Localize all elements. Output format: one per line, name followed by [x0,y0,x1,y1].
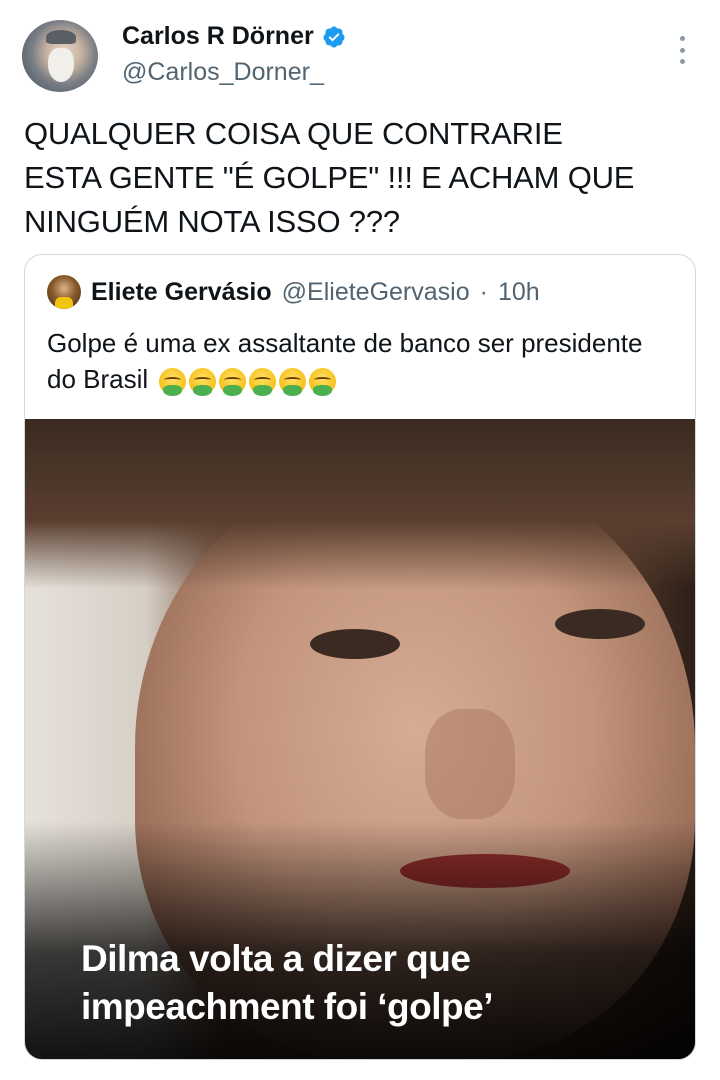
quoted-tweet-time[interactable]: 10h [498,278,540,307]
avatar-beard [48,48,74,82]
quoted-tweet[interactable]: Eliete Gervásio @ElieteGervasio · 10h Go… [24,254,696,1060]
vomit-icon [279,367,307,396]
portrait-hair [25,419,695,589]
more-dot [679,36,685,41]
image-caption: Dilma volta a dizer que impeachment foi … [81,938,494,1027]
more-dot [679,47,685,53]
more-dot [679,59,685,64]
tweet-text: QUALQUER COISA QUE CONTRARIE ESTA GENTE … [24,116,635,239]
portrait-eye [555,609,645,639]
author-display-name[interactable]: Carlos R Dörner [122,22,314,51]
vomit-icon [309,367,337,396]
portrait-nose [425,709,515,819]
quoted-tweet-image[interactable]: Dilma volta a dizer que impeachment foi … [25,419,695,1059]
quoted-author-display-name[interactable]: Eliete Gervásio [91,278,272,307]
portrait-eye [310,629,400,659]
vomit-icon [159,367,187,396]
quoted-author-avatar[interactable] [47,275,81,309]
quoted-tweet-header: Eliete Gervásio @ElieteGervasio · 10h [47,275,540,309]
tweet-header: Carlos R Dörner @Carlos_Dorner_ [22,20,698,96]
separator-dot: · [479,277,488,306]
quoted-tweet-body: Golpe é uma ex assaltante de banco ser p… [47,328,643,394]
vomit-icon [189,367,217,396]
vomit-icon [219,367,247,396]
author-name-row: Carlos R Dörner [122,22,346,51]
emoji-row [159,367,337,396]
avatar-shirt [55,297,73,309]
vomit-icon [249,367,277,396]
verified-badge-icon [323,26,345,47]
more-vertical-icon[interactable] [678,36,686,64]
avatar-cap [46,30,76,44]
quoted-tweet-text: Golpe é uma ex assaltante de banco ser p… [47,325,667,397]
quoted-author-handle[interactable]: @ElieteGervasio [282,278,470,307]
author-avatar[interactable] [22,20,98,92]
author-handle[interactable]: @Carlos_Dorner_ [122,58,324,87]
